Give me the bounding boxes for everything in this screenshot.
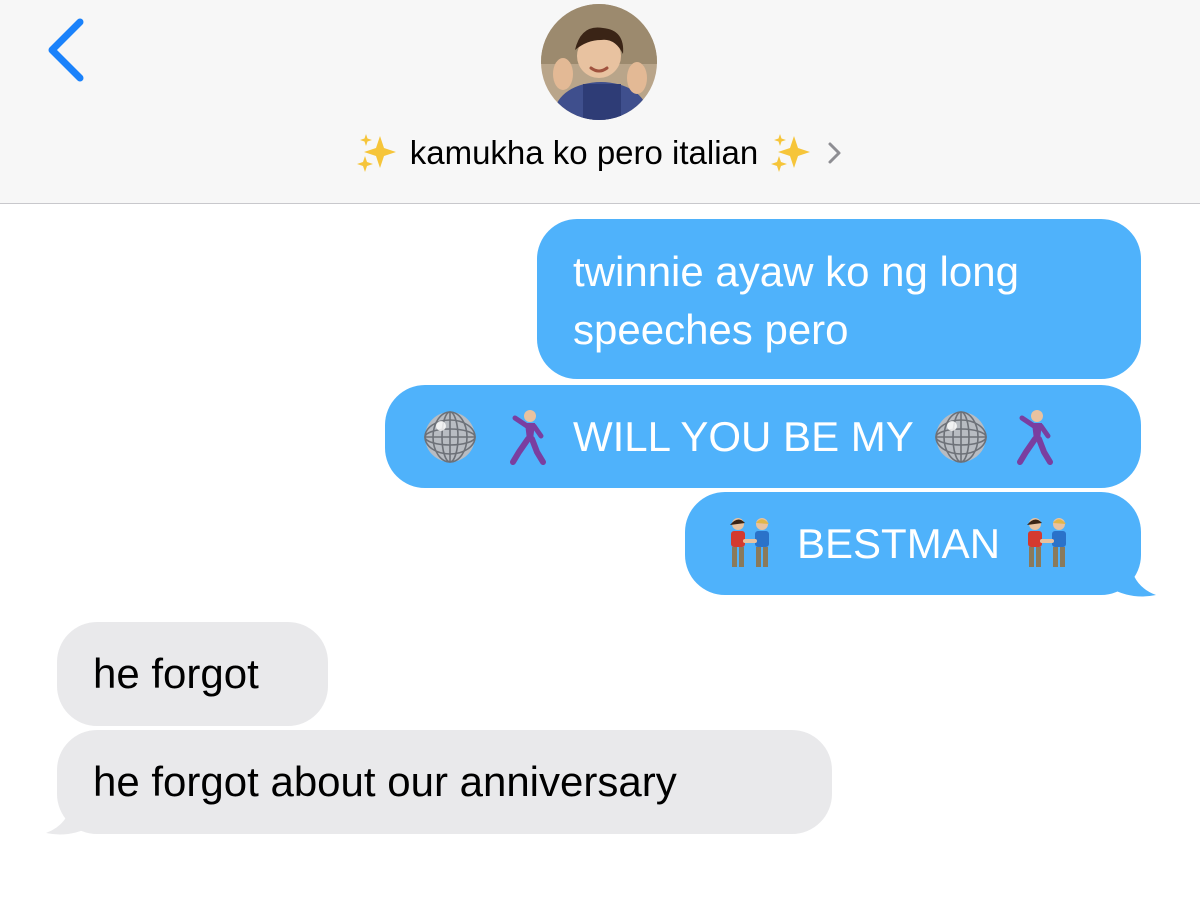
mirror-ball-icon xyxy=(424,410,476,463)
contact-avatar-photo xyxy=(541,4,657,120)
message-bubble-sent[interactable]: WILL YOU BE MY xyxy=(385,385,1141,488)
conversation-header: kamukha ko pero italian xyxy=(0,0,1200,204)
contact-name-row[interactable]: kamukha ko pero italian xyxy=(0,128,1200,178)
message-text: WILL YOU BE MY xyxy=(573,412,914,460)
received-bubble-tail xyxy=(46,798,92,835)
message-text: twinnie ayaw ko ng long speeches pero xyxy=(573,248,1019,353)
sparkles-icon xyxy=(771,134,811,172)
message-text: he forgot about our anniversary xyxy=(93,758,677,805)
men-holding-hands-icon xyxy=(730,517,769,567)
man-dancing-icon xyxy=(1016,409,1053,465)
sent-bubble-tail xyxy=(1110,560,1156,597)
sparkles-icon xyxy=(356,134,396,172)
back-button[interactable] xyxy=(36,14,96,86)
contact-name: kamukha ko pero italian xyxy=(409,134,759,171)
message-text: BESTMAN xyxy=(797,519,1001,567)
message-bubble-received[interactable]: he forgot about our anniversary xyxy=(57,730,832,834)
message-text: he forgot xyxy=(93,650,259,697)
man-dancing-icon xyxy=(510,409,546,465)
chevron-left-icon xyxy=(48,18,84,82)
message-bubble-sent[interactable]: twinnie ayaw ko ng long speeches pero xyxy=(537,219,1141,379)
avatar[interactable] xyxy=(541,4,657,120)
chevron-right-icon xyxy=(828,142,841,164)
message-bubble-received[interactable]: he forgot xyxy=(57,622,328,726)
mirror-ball-icon xyxy=(934,410,987,463)
message-bubble-sent[interactable]: BESTMAN xyxy=(685,492,1141,595)
men-holding-hands-icon xyxy=(1027,517,1067,567)
